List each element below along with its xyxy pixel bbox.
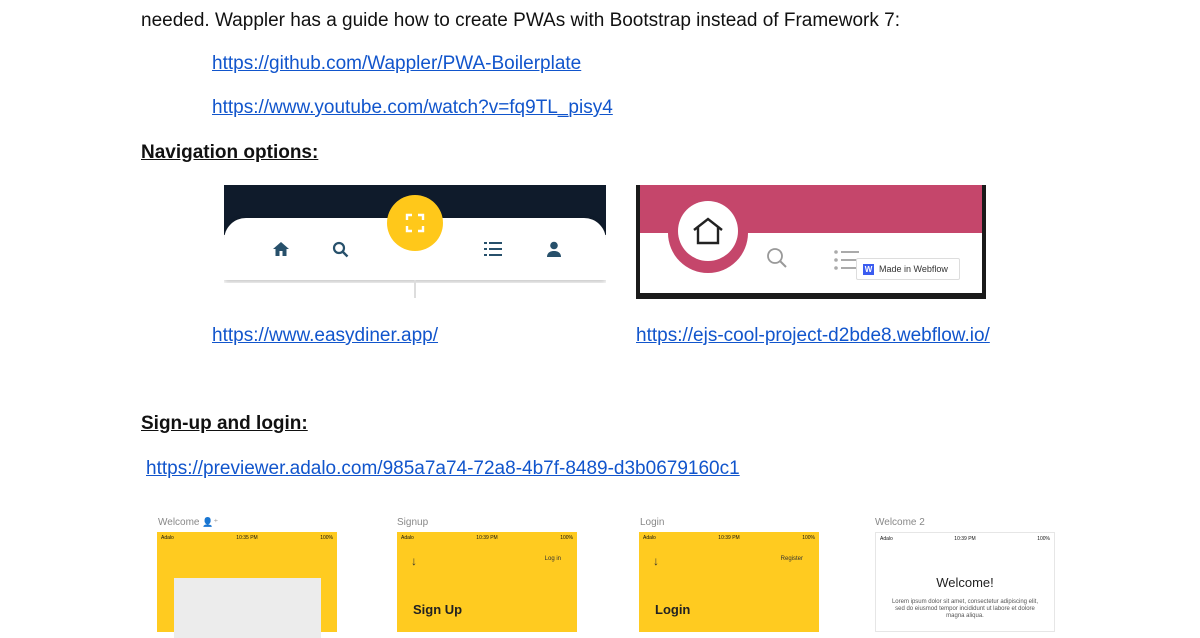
signup-heading: Sign-up and login: [141,413,308,434]
status-bar: Adalo 10:39 PM 100% [643,534,815,541]
youtube-link[interactable]: https://www.youtube.com/watch?v=fq9TL_pi… [212,97,613,119]
divider [414,280,416,298]
screen-body: Lorem ipsum dolor sit amet, consectetur … [891,599,1039,619]
easydiner-nav-image [224,185,606,283]
search-icon [332,241,349,261]
screen-welcome-2: Adalo 10:39 PM 100% Welcome! Lorem ipsum d… [875,532,1055,632]
made-in-webflow-badge[interactable]: W Made in Webflow [856,258,960,280]
screen-login: Adalo 10:39 PM 100% ↓ Register Login [639,532,819,632]
screen-title: Login [655,602,691,617]
screen-signup: Adalo 10:39 PM 100% ↓ Log in Sign Up [397,532,577,632]
status-bar: Adalo 10:39 PM 100% [401,534,573,541]
webflow-logo-icon: W [863,263,874,275]
list-icon [484,241,502,261]
fullscreen-icon [387,195,443,251]
navigation-heading: Navigation options: [141,142,319,163]
person-icon [546,241,562,260]
arrow-down-icon: ↓ [653,554,659,568]
home-icon [272,241,290,260]
login-link: Log in [544,556,561,562]
add-user-icon: 👤⁺ [202,517,219,527]
pwa-boilerplate-link[interactable]: https://github.com/Wappler/PWA-Boilerpla… [212,53,581,75]
screen-label-signup: Signup [397,517,429,528]
status-bar: Adalo 10:39 PM 100% [880,535,1050,542]
status-bar: Adalo 10:35 PM 100% [161,534,333,541]
home-outline-icon [678,201,738,261]
webflow-nav-image [636,185,986,299]
intro-text: needed. Wappler has a guide how to creat… [141,10,900,31]
screen-title: Sign Up [413,602,463,617]
screen-welcome: Adalo 10:35 PM 100% [157,532,337,638]
screen-title: Welcome! [936,575,994,590]
adalo-link[interactable]: https://previewer.adalo.com/985a7a74-72a… [146,458,740,480]
badge-label: Made in Webflow [879,264,948,274]
screen-label-login: Login [640,517,665,528]
webflow-link[interactable]: https://ejs-cool-project-d2bde8.webflow.… [636,325,990,347]
easydiner-link[interactable]: https://www.easydiner.app/ [212,325,438,347]
arrow-down-icon: ↓ [411,554,417,568]
screen-label-welcome-2: Welcome 2 [875,517,925,528]
image-placeholder [174,578,321,638]
screen-label-welcome: Welcome 👤⁺ [158,517,219,528]
register-link: Register [780,556,803,562]
search-icon [766,247,788,274]
